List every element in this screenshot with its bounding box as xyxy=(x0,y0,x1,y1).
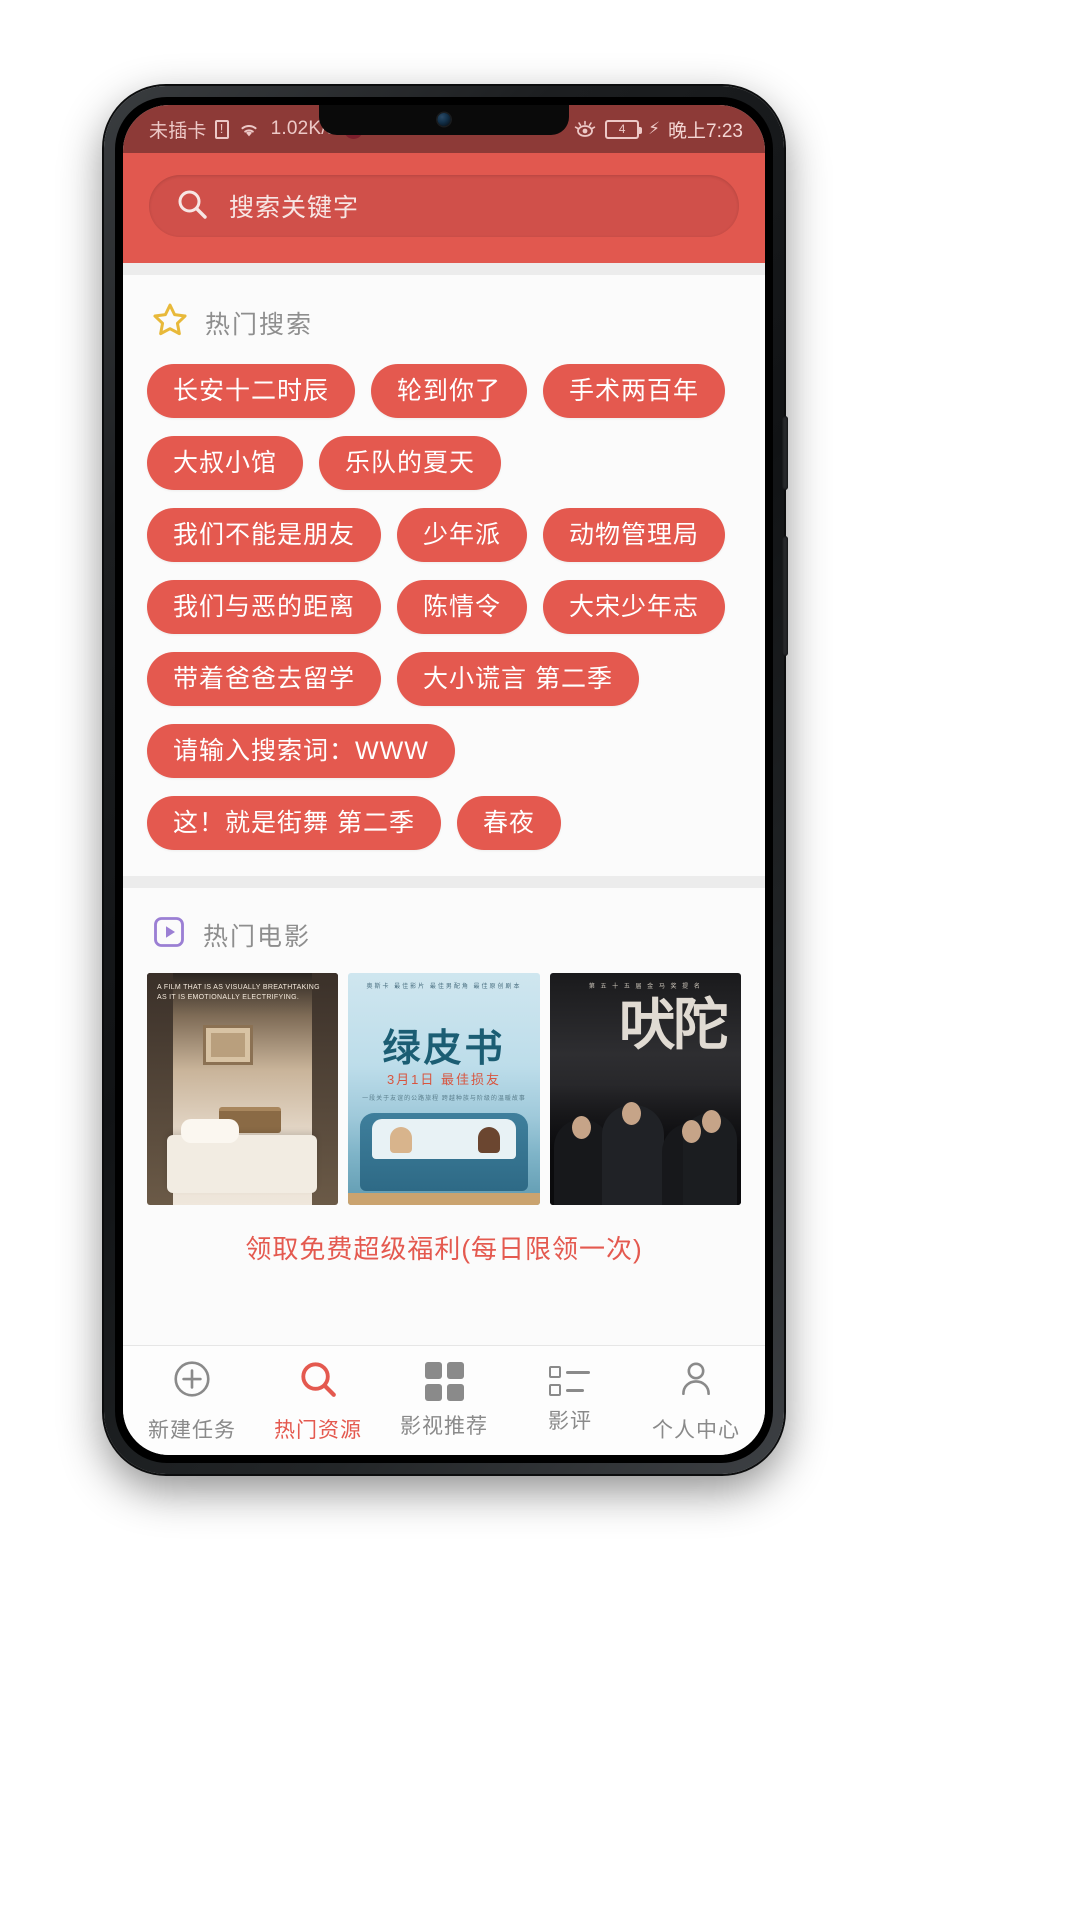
hot-search-header: 热门搜索 xyxy=(123,275,765,358)
hot-search-tag[interactable]: 少年派 xyxy=(397,508,528,562)
hot-search-tag[interactable]: 大小谎言 第二季 xyxy=(397,652,639,706)
hot-search-tag[interactable]: 乐队的夏天 xyxy=(319,436,502,490)
eye-care-icon xyxy=(573,119,597,139)
poster-face xyxy=(701,1110,721,1133)
tab-profile[interactable]: 个人中心 xyxy=(636,1358,756,1444)
tab-label: 热门资源 xyxy=(274,1418,362,1442)
volume-button[interactable] xyxy=(782,536,788,656)
poster-calligraphy-title: 吠陀 xyxy=(618,992,729,1058)
hot-search-tag[interactable]: 大叔小馆 xyxy=(147,436,304,490)
poster-face xyxy=(621,1102,641,1125)
search-icon xyxy=(175,187,209,226)
status-bar-right: 4 ⚡ 晚上7:23 xyxy=(573,116,743,143)
poster-passenger xyxy=(477,1127,500,1153)
user-icon xyxy=(675,1358,717,1405)
poster-picture-frame xyxy=(203,1025,253,1065)
power-button[interactable] xyxy=(782,416,788,490)
poster-awards-line: 奥斯卡 最佳影片 最佳男配角 最佳原创剧本 xyxy=(366,984,522,990)
hot-search-tag[interactable]: 我们不能是朋友 xyxy=(147,508,382,562)
charging-bolt-icon: ⚡ xyxy=(648,119,661,138)
search-input-placeholder[interactable]: 搜索关键字 xyxy=(229,188,359,224)
hot-search-tag[interactable]: 带着爸爸去留学 xyxy=(147,652,382,706)
movie-poster[interactable]: 第 五 十 五 届 金 马 奖 提 名 吠陀 xyxy=(549,973,741,1205)
hot-search-tag[interactable]: 手术两百年 xyxy=(543,364,726,418)
poster-title: 绿皮书 xyxy=(382,1026,506,1070)
hot-search-tag[interactable]: 请输入搜索词：WWW xyxy=(147,724,455,778)
sim-card-alert-icon xyxy=(214,119,229,139)
front-camera xyxy=(437,113,451,126)
tab-label: 新建任务 xyxy=(148,1418,236,1442)
tab-reviews[interactable]: 影评 xyxy=(510,1366,630,1435)
hot-search-tag[interactable]: 春夜 xyxy=(456,796,561,850)
poster-tagline: A FILM THAT IS AS VISUALLY BREATHTAKING … xyxy=(157,984,320,1002)
star-icon xyxy=(151,301,189,344)
phone-bezel: 未插卡 1.02K/s C xyxy=(115,97,773,1463)
tab-label: 个人中心 xyxy=(652,1418,740,1442)
hot-movies-header: 热门电影 xyxy=(123,888,765,969)
section-divider xyxy=(123,263,765,275)
wifi-icon xyxy=(237,120,261,139)
hot-search-tag-list: 长安十二时辰 轮到你了 手术两百年 大叔小馆 乐队的夏天 我们不能是朋友 少年派… xyxy=(123,358,765,876)
tab-hot-resources[interactable]: 热门资源 xyxy=(258,1358,378,1444)
hot-search-tag[interactable]: 长安十二时辰 xyxy=(147,364,356,418)
plus-circle-icon xyxy=(171,1358,213,1405)
search-header: 搜索关键字 xyxy=(123,153,765,263)
tab-movie-recommend[interactable]: 影视推荐 xyxy=(384,1361,504,1440)
list-icon xyxy=(549,1366,591,1396)
play-box-icon xyxy=(151,914,187,955)
main-content: 热门搜索 长安十二时辰 轮到你了 手术两百年 大叔小馆 乐队的夏天 我们不能是朋… xyxy=(123,263,765,1361)
movie-poster-row: A FILM THAT IS AS VISUALLY BREATHTAKING … xyxy=(123,969,765,1205)
poster-face xyxy=(681,1120,701,1143)
hot-search-tag[interactable]: 大宋少年志 xyxy=(543,580,726,634)
hot-search-tag[interactable]: 轮到你了 xyxy=(371,364,528,418)
clock-label: 晚上7:23 xyxy=(668,120,743,142)
battery-indicator: 4 xyxy=(605,119,643,139)
grid-icon xyxy=(424,1361,464,1401)
movie-poster[interactable]: 奥斯卡 最佳影片 最佳男配角 最佳原创剧本 绿皮书 3月1日 最佳损友 一段关于… xyxy=(348,973,540,1205)
bottom-tab-bar: 新建任务 热门资源 影视推荐 影评 个人中心 xyxy=(123,1345,765,1455)
hot-search-tag[interactable]: 我们与恶的距离 xyxy=(147,580,382,634)
poster-road xyxy=(348,1193,540,1205)
hot-search-title: 热门搜索 xyxy=(205,310,314,339)
tab-label: 影视推荐 xyxy=(400,1414,488,1438)
search-icon xyxy=(297,1358,339,1405)
poster-awards-line: 第 五 十 五 届 金 马 奖 提 名 xyxy=(588,984,702,990)
movie-poster[interactable]: A FILM THAT IS AS VISUALLY BREATHTAKING … xyxy=(147,973,339,1205)
poster-driver xyxy=(390,1127,413,1153)
search-bar[interactable]: 搜索关键字 xyxy=(149,175,739,237)
tab-new-task[interactable]: 新建任务 xyxy=(132,1358,252,1444)
tab-label: 影评 xyxy=(548,1410,592,1433)
carrier-label: 未插卡 xyxy=(149,120,207,142)
poster-bed xyxy=(167,1119,317,1193)
phone-screen: 未插卡 1.02K/s C xyxy=(123,105,765,1455)
phone-device-frame: 未插卡 1.02K/s C xyxy=(104,86,788,1474)
section-divider xyxy=(123,876,765,888)
free-benefit-link[interactable]: 领取免费超级福利(每日限领一次) xyxy=(123,1205,765,1276)
hot-search-tag[interactable]: 陈情令 xyxy=(397,580,528,634)
hot-movies-title: 热门电影 xyxy=(203,922,312,951)
poster-release-date: 3月1日 最佳损友 xyxy=(386,1072,502,1087)
hot-search-tag[interactable]: 动物管理局 xyxy=(543,508,726,562)
hot-search-tag[interactable]: 这！就是街舞 第二季 xyxy=(147,796,441,850)
poster-face xyxy=(571,1116,591,1139)
screenshot-canvas: 未插卡 1.02K/s C xyxy=(0,0,1080,1920)
poster-subline: 一段关于友谊的公路旅程 跨越种族与阶级的温暖故事 xyxy=(362,1096,526,1102)
